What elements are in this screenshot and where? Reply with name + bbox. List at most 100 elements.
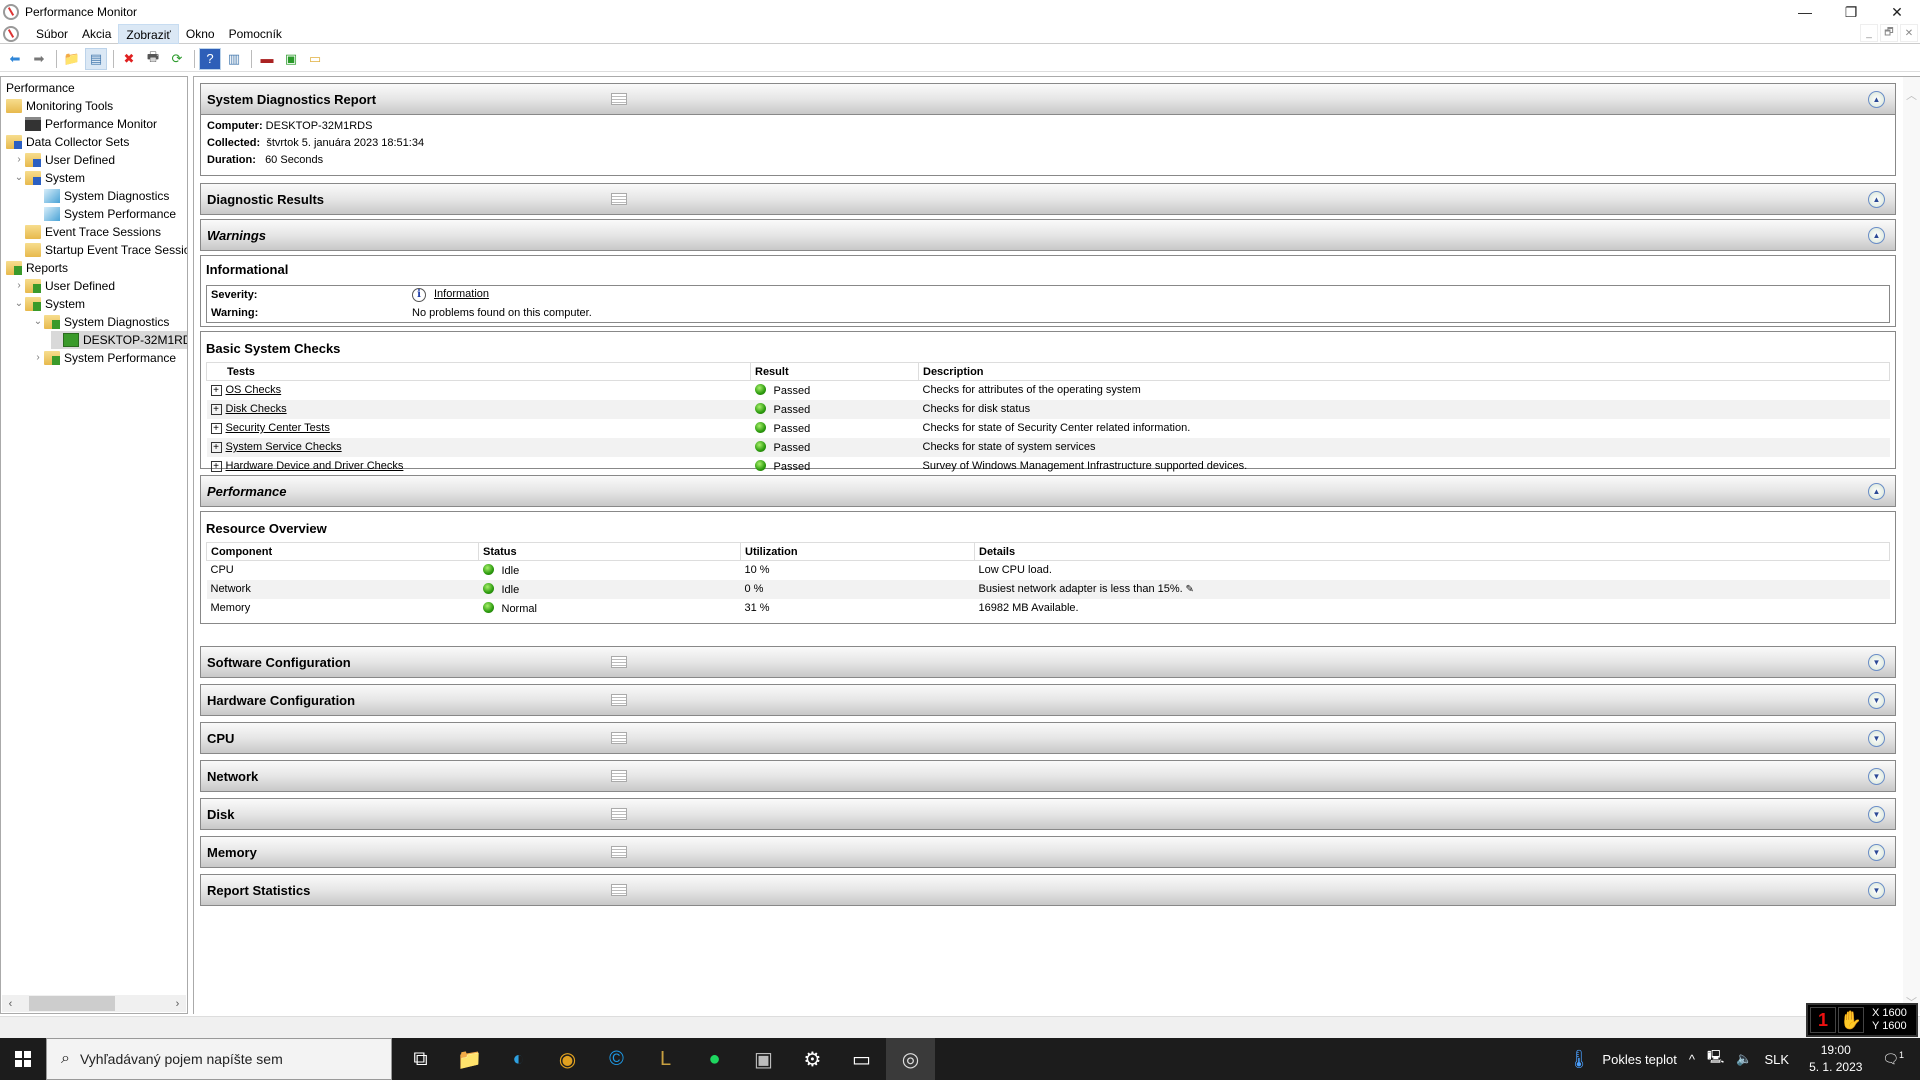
menu-action[interactable]: Akcia [75, 24, 118, 44]
section-hardware-configuration[interactable]: Hardware Configuration ▼ [200, 684, 1896, 716]
collapse-icon[interactable]: ▲ [1868, 91, 1885, 108]
chrome-taskbar-button[interactable]: ◉ [543, 1038, 592, 1080]
volume-icon[interactable]: 🔈 [1736, 1051, 1752, 1067]
section-report-statistics[interactable]: Report Statistics ▼ [200, 874, 1896, 906]
restore-button[interactable]: ❐ [1828, 0, 1874, 24]
menu-help[interactable]: Pomocník [222, 24, 289, 44]
tree-item[interactable]: DESKTOP-32M1RDS [51, 331, 187, 349]
file-explorer-taskbar-button[interactable]: 📁 [445, 1038, 494, 1080]
menu-file[interactable]: Súbor [29, 24, 75, 44]
resource-monitor-taskbar-button[interactable]: ▣ [739, 1038, 788, 1080]
expand-icon[interactable]: + [210, 385, 222, 397]
clock[interactable]: 19:00 5. 1. 2023 [1809, 1042, 1862, 1076]
show-action-pane-button[interactable]: ▥ [223, 48, 245, 70]
scroll-thumb[interactable] [29, 996, 115, 1011]
section-diagnostic-results[interactable]: Diagnostic Results ▲ [200, 183, 1896, 215]
expand-icon[interactable]: + [210, 404, 222, 415]
collapse-icon[interactable]: ▲ [1868, 227, 1885, 244]
show-hidden-icons-icon[interactable]: ^ [1689, 1052, 1695, 1067]
chevron-right-icon[interactable]: › [13, 277, 25, 295]
chevron-right-icon[interactable]: › [32, 349, 44, 367]
expand-icon[interactable]: ▼ [1868, 844, 1885, 861]
up-folder-button[interactable]: 📁 [61, 48, 83, 70]
back-button[interactable]: ⬅ [4, 48, 26, 70]
tree-item[interactable]: › System Performance [32, 349, 176, 367]
thermometer-icon[interactable]: 🌡 [1568, 1049, 1591, 1070]
section-memory[interactable]: Memory ▼ [200, 836, 1896, 868]
report-vertical-scrollbar[interactable]: ︿ ﹀ [1903, 77, 1920, 1014]
expand-icon[interactable]: ▼ [1868, 882, 1885, 899]
scroll-left-icon[interactable]: ‹ [2, 998, 19, 1010]
spotify-taskbar-button[interactable]: ● [690, 1038, 739, 1080]
start-button[interactable] [0, 1038, 46, 1080]
expand-icon[interactable]: ▼ [1868, 806, 1885, 823]
mdi-minimize-button[interactable]: _ [1860, 24, 1878, 42]
tree-item[interactable]: › User Defined [13, 151, 115, 169]
test-link[interactable]: OS Checks [226, 384, 282, 396]
tree-item[interactable]: ⌄ System Diagnostics [32, 313, 169, 331]
scroll-right-icon[interactable]: › [169, 998, 186, 1010]
tree-item[interactable]: Reports [6, 259, 68, 277]
table-icon[interactable] [611, 846, 627, 858]
table-icon[interactable] [611, 656, 627, 668]
system-menu-icon[interactable] [3, 25, 19, 42]
tree-item[interactable]: ⌄ System [13, 295, 85, 313]
table-icon[interactable] [611, 732, 627, 744]
tree-item[interactable]: ⌄ System [13, 169, 85, 187]
print-button[interactable]: 🖶 [142, 48, 164, 70]
tree-item[interactable]: Event Trace Sessions [13, 223, 161, 241]
show-hide-console-tree-button[interactable]: ▤ [85, 47, 107, 70]
table-icon[interactable] [611, 884, 627, 896]
close-button[interactable]: ✕ [1874, 0, 1920, 24]
table-icon[interactable] [611, 93, 627, 105]
collapse-icon[interactable]: ▲ [1868, 483, 1885, 500]
command-prompt-taskbar-button[interactable]: ▭ [837, 1038, 886, 1080]
test-link[interactable]: System Service Checks [226, 441, 342, 453]
expand-icon[interactable]: + [210, 461, 222, 472]
forward-button[interactable]: ➡ [28, 48, 50, 70]
expand-icon[interactable]: ▼ [1868, 654, 1885, 671]
tree-item[interactable]: System Diagnostics [32, 187, 169, 205]
mdi-restore-button[interactable]: 🗗 [1880, 24, 1898, 42]
expand-icon[interactable]: + [210, 442, 222, 453]
tree-item[interactable]: Monitoring Tools [6, 97, 113, 115]
performance-monitor-taskbar-button[interactable]: ◎ [886, 1038, 935, 1080]
task-view-taskbar-button[interactable]: ⧉ [396, 1038, 445, 1080]
minimize-button[interactable]: — [1782, 0, 1828, 24]
tree-item[interactable]: System Performance [32, 205, 176, 223]
chevron-down-icon[interactable]: ⌄ [32, 313, 44, 331]
edit-note-icon[interactable]: ✎ [1183, 584, 1194, 595]
information-link[interactable]: Information [434, 288, 489, 300]
expand-icon[interactable]: + [210, 423, 222, 434]
report-button[interactable]: ▣ [280, 48, 302, 70]
test-link[interactable]: Disk Checks [226, 403, 287, 415]
section-system-diagnostics-report[interactable]: System Diagnostics Report ▲ [200, 83, 1896, 115]
edge-taskbar-button[interactable]: ◐ [494, 1038, 543, 1080]
tree-root-performance[interactable]: Performance [6, 79, 75, 97]
tree-item[interactable]: Data Collector Sets [6, 133, 129, 151]
network-icon[interactable]: 🖳 [1707, 1048, 1724, 1070]
test-link[interactable]: Hardware Device and Driver Checks [226, 460, 404, 472]
menu-view[interactable]: Zobraziť [118, 23, 179, 44]
refresh-button[interactable]: ⟳ [166, 48, 188, 70]
expand-icon[interactable]: ▼ [1868, 692, 1885, 709]
chevron-down-icon[interactable]: ⌄ [13, 169, 25, 187]
table-icon[interactable] [611, 694, 627, 706]
chevron-right-icon[interactable]: › [13, 151, 25, 169]
settings-taskbar-button[interactable]: ⚙ [788, 1038, 837, 1080]
section-cpu[interactable]: CPU ▼ [200, 722, 1896, 754]
folder-button[interactable]: ▭ [304, 48, 326, 70]
section-software-configuration[interactable]: Software Configuration ▼ [200, 646, 1896, 678]
weather-text[interactable]: Pokles teplot [1602, 1052, 1676, 1067]
language-indicator[interactable]: SLK [1765, 1052, 1790, 1067]
notifications-icon[interactable]: 🗨1 [1882, 1050, 1904, 1067]
section-disk[interactable]: Disk ▼ [200, 798, 1896, 830]
ccleaner-taskbar-button[interactable]: © [592, 1038, 641, 1080]
tree-item[interactable]: Startup Event Trace Session [13, 241, 187, 259]
test-link[interactable]: Security Center Tests [226, 422, 330, 434]
section-performance[interactable]: Performance ▲ [200, 475, 1896, 507]
mdi-close-button[interactable]: ✕ [1900, 24, 1918, 42]
performance-monitor-button[interactable]: ▬ [256, 48, 278, 70]
help-button[interactable]: ? [199, 47, 221, 70]
expand-icon[interactable]: ▼ [1868, 730, 1885, 747]
